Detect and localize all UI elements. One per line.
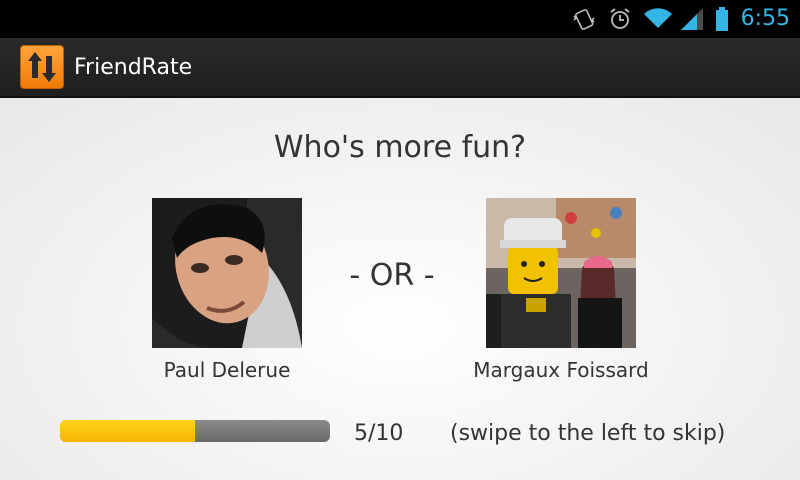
progress-count: 5/10 [354, 421, 404, 446]
progress-fill [60, 420, 195, 442]
status-time: 6:55 [740, 6, 790, 31]
alarm-icon [607, 6, 633, 32]
vibrate-icon [571, 6, 597, 32]
candidate-photo-left[interactable] [152, 198, 302, 348]
candidate-name-right: Margaux Foissard [473, 358, 649, 382]
candidate-name-left: Paul Delerue [163, 358, 291, 382]
swap-arrows-icon[interactable] [20, 45, 64, 89]
battery-icon [715, 6, 729, 32]
app-title: FriendRate [74, 54, 193, 80]
signal-icon [679, 6, 705, 32]
status-icons: 6:55 [571, 0, 790, 38]
progress-bar [60, 420, 330, 442]
wifi-icon [643, 6, 672, 32]
action-bar: FriendRate [0, 38, 800, 98]
question-title: Who's more fun? [273, 130, 527, 165]
status-bar: 6:55 [0, 0, 800, 38]
candidate-photo-right[interactable] [486, 198, 636, 348]
swipe-hint: (swipe to the left to skip) [450, 421, 726, 446]
or-separator: - OR - [349, 258, 435, 293]
